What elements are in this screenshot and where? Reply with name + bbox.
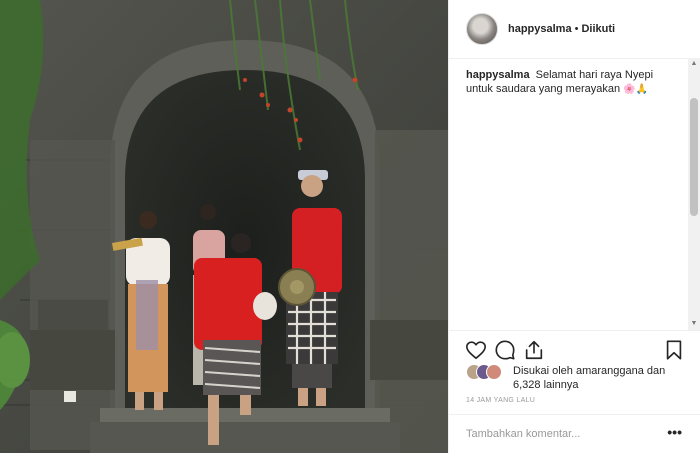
post-sidebar: happysalma • Diikuti happysalma Selamat ha… bbox=[448, 0, 700, 453]
avatar[interactable] bbox=[466, 13, 498, 45]
comment-input[interactable] bbox=[466, 426, 646, 442]
post-photo[interactable] bbox=[0, 0, 448, 453]
action-bar bbox=[449, 330, 700, 363]
caption-scrollbar[interactable]: ▲ ▼ bbox=[688, 58, 700, 330]
share-icon[interactable] bbox=[523, 339, 545, 361]
heart-icon[interactable] bbox=[465, 339, 487, 361]
bookmark-icon[interactable] bbox=[663, 339, 685, 361]
scroll-thumb[interactable] bbox=[690, 98, 698, 216]
likes-section: Disukai oleh amaranggana dan 6,328 lainn… bbox=[466, 364, 691, 396]
post-photo-illustration bbox=[0, 0, 448, 453]
more-options-icon[interactable]: ••• bbox=[667, 425, 682, 439]
post-timestamp[interactable]: 14 JAM YANG LALU bbox=[466, 397, 535, 404]
scroll-down-arrow-icon[interactable]: ▼ bbox=[688, 318, 700, 330]
caption-username[interactable]: happysalma bbox=[466, 69, 530, 81]
liker-avatar bbox=[486, 364, 502, 380]
post-header: happysalma • Diikuti bbox=[449, 0, 700, 59]
header-username[interactable]: happysalma bbox=[508, 23, 572, 35]
header-text: happysalma • Diikuti bbox=[508, 23, 615, 35]
follow-status-button[interactable]: Diikuti bbox=[581, 23, 615, 35]
liker-avatars[interactable] bbox=[466, 364, 508, 380]
likes-count-text[interactable]: Disukai oleh amaranggana dan 6,328 lainn… bbox=[513, 364, 693, 392]
scroll-up-arrow-icon[interactable]: ▲ bbox=[688, 58, 700, 70]
comment-icon[interactable] bbox=[494, 339, 516, 361]
separator-dot: • bbox=[574, 23, 579, 35]
post-caption: happysalma Selamat hari raya Nyepi untuk… bbox=[466, 68, 676, 97]
caption-emojis: 🌸🙏 bbox=[623, 84, 649, 95]
comment-bar: ••• bbox=[449, 414, 700, 454]
instagram-post: happysalma • Diikuti happysalma Selamat ha… bbox=[0, 0, 700, 453]
